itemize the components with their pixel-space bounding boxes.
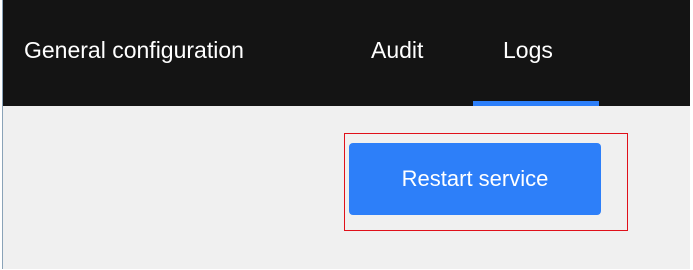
app-window: General configuration Audit Logs Restart… — [2, 0, 690, 269]
restart-service-button[interactable]: Restart service — [349, 143, 601, 215]
tab-audit[interactable]: Audit — [371, 0, 423, 106]
tab-logs-label: Logs — [503, 37, 553, 63]
tab-general-configuration-label: General configuration — [24, 37, 244, 63]
active-tab-indicator — [473, 101, 599, 106]
tab-bar: General configuration Audit Logs — [3, 0, 690, 106]
tab-logs[interactable]: Logs — [473, 0, 599, 106]
tab-general-configuration[interactable]: General configuration — [24, 0, 244, 106]
tab-audit-label: Audit — [371, 37, 424, 63]
